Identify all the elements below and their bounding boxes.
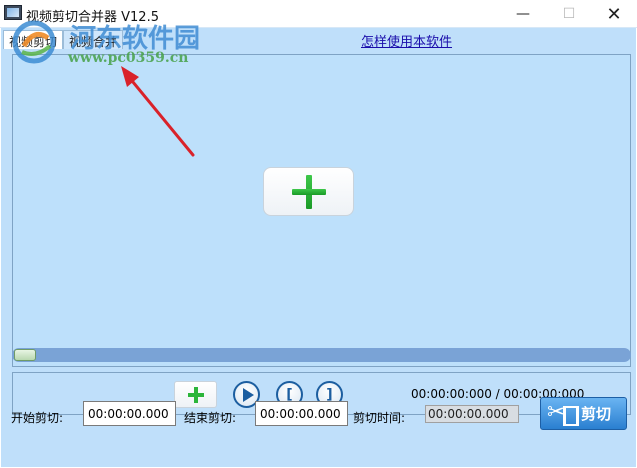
video-preview-area[interactable] — [12, 54, 631, 367]
cut-button-label: 剪切 — [581, 405, 612, 423]
scissors-icon — [547, 400, 579, 426]
set-end-icon: ] — [326, 386, 333, 403]
window-title: 视频剪切合并器 V12.5 — [26, 10, 159, 25]
title-bar: 视频剪切合并器 V12.5 — ☐ ✕ — [0, 0, 637, 28]
plus-icon — [187, 386, 204, 403]
cut-duration-label: 剪切时间: — [353, 411, 406, 425]
help-link[interactable]: 怎样使用本软件 — [361, 31, 452, 50]
end-time-input[interactable]: 00:00:00.000 — [255, 401, 348, 426]
minimize-button[interactable]: — — [500, 0, 546, 28]
tab-strip: 视频剪切 视频合并 — [3, 30, 124, 49]
plus-icon — [291, 174, 326, 209]
tab-video-cut[interactable]: 视频剪切 — [3, 30, 64, 49]
start-time-input[interactable]: 00:00:00.000 — [83, 401, 176, 426]
close-button[interactable]: ✕ — [591, 0, 637, 28]
add-video-button[interactable] — [263, 167, 354, 216]
cut-duration-value: 00:00:00.000 — [425, 405, 519, 423]
progress-slider[interactable] — [12, 348, 631, 362]
progress-handle[interactable] — [14, 349, 36, 361]
add-file-button[interactable] — [174, 381, 217, 408]
start-cut-label: 开始剪切: — [11, 411, 64, 425]
tab-video-merge[interactable]: 视频合并 — [63, 30, 124, 49]
cut-button[interactable]: 剪切 — [540, 397, 627, 430]
play-icon — [242, 387, 254, 402]
app-icon — [4, 5, 22, 20]
maximize-button[interactable]: ☐ — [546, 0, 592, 28]
set-start-icon: [ — [286, 386, 293, 403]
end-cut-label: 结束剪切: — [184, 411, 237, 425]
